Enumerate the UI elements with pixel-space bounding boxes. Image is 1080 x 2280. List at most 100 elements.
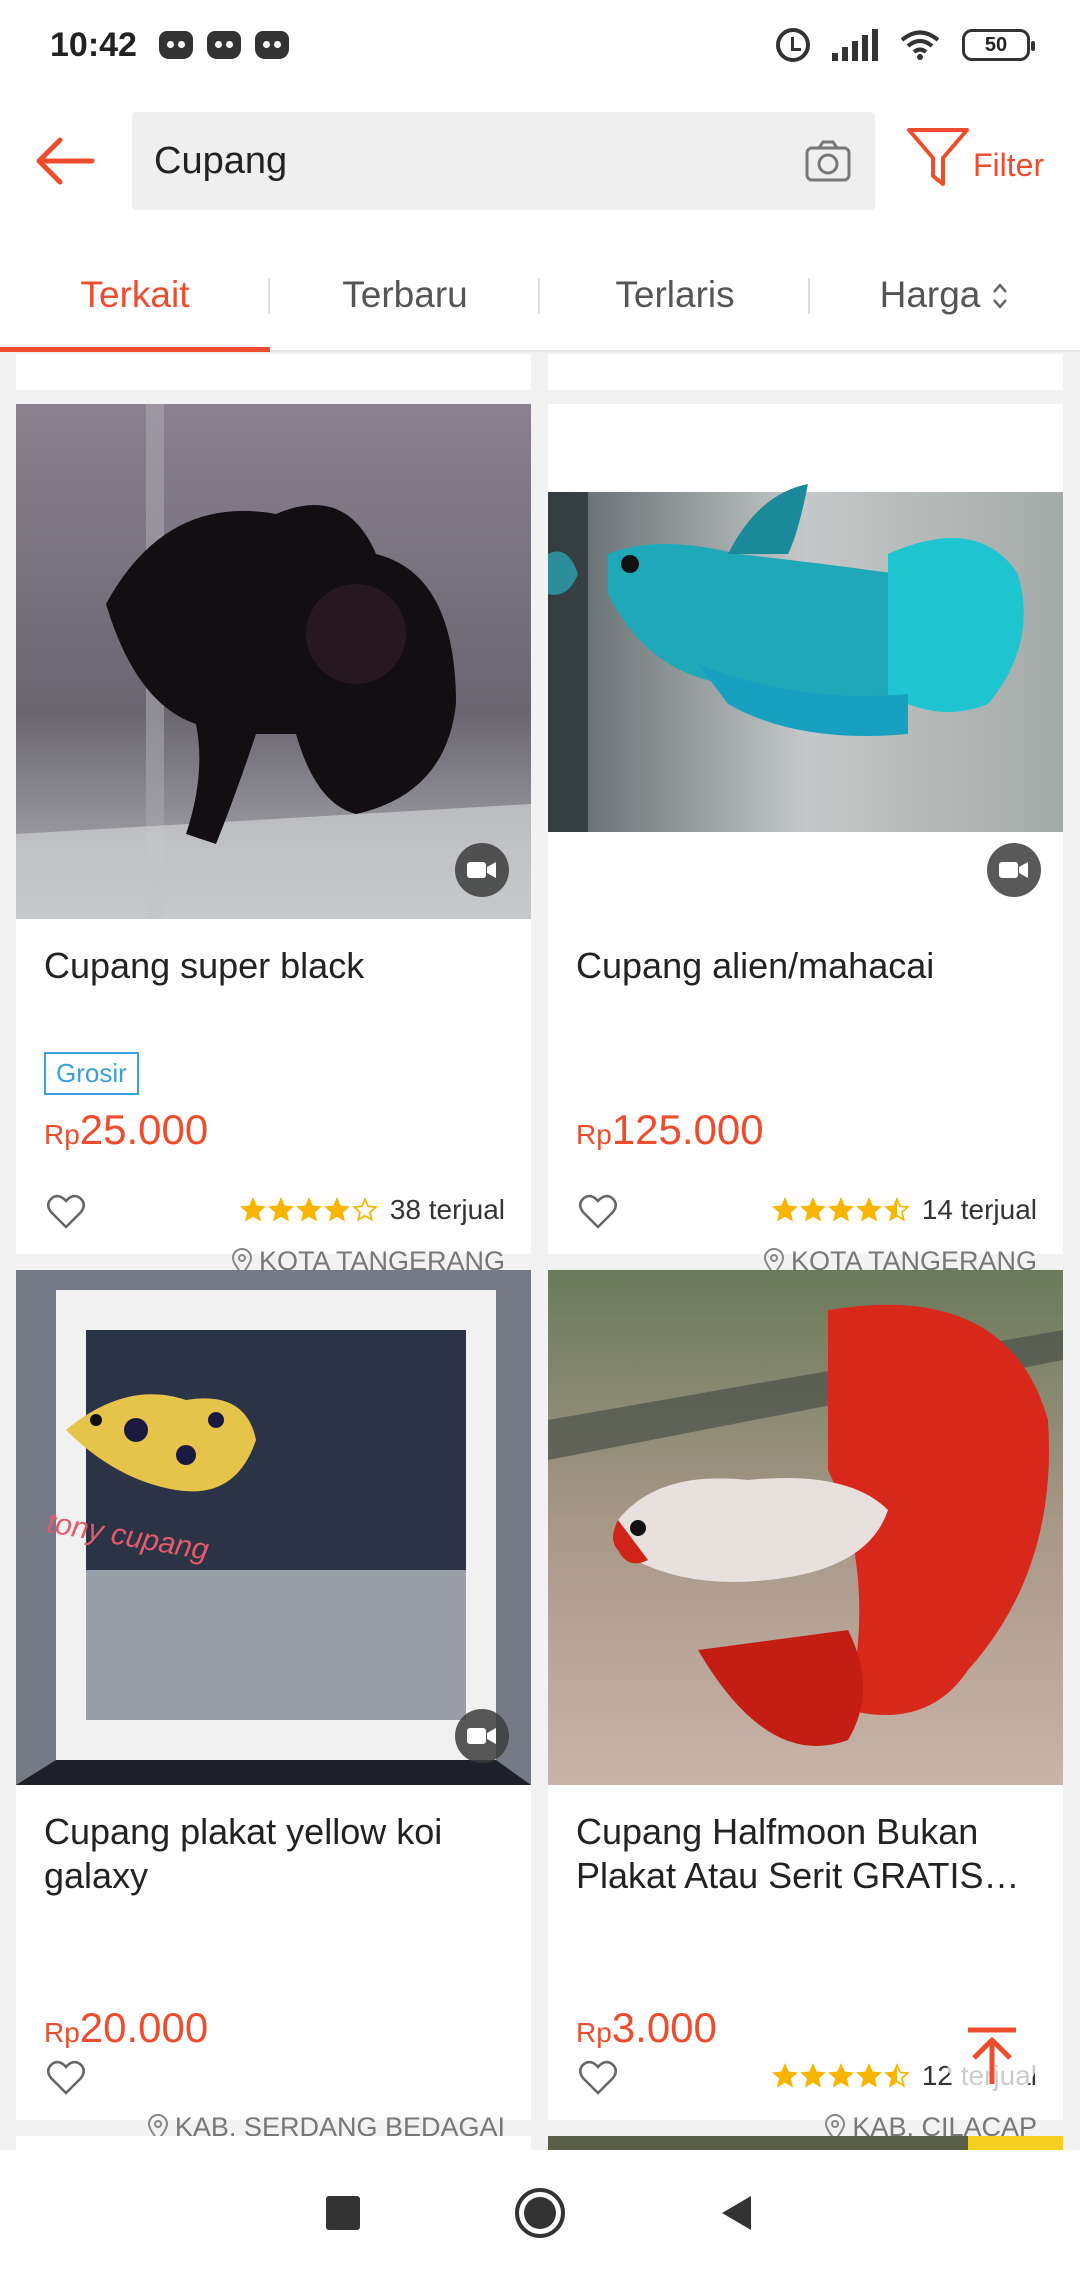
system-nav-bar <box>0 2150 1080 2280</box>
tab-terlaris[interactable]: Terlaris <box>540 240 810 350</box>
filter-button[interactable]: Filter <box>905 124 1044 190</box>
price-currency: Rp <box>576 2017 612 2048</box>
back-nav-button[interactable] <box>717 2193 757 2238</box>
product-card[interactable]: tony cupang Cupang plakat yellow koi gal… <box>16 1270 531 2142</box>
tab-label: Harga <box>879 274 981 315</box>
discord-icon <box>158 31 193 59</box>
back-button[interactable] <box>30 126 100 196</box>
home-button[interactable] <box>513 2186 567 2245</box>
product-title: Cupang plakat yellow koi galaxy <box>44 1811 443 1896</box>
star-icon <box>827 1197 854 1222</box>
star-rating <box>771 2063 910 2089</box>
sort-tabs: Terkait Terbaru Terlaris Harga <box>0 240 1080 352</box>
camera-icon[interactable] <box>803 136 853 186</box>
star-icon <box>827 2063 854 2088</box>
grosir-badge: Grosir <box>44 1052 139 1095</box>
app-root: 10:42 50 Cupang Filter Terkait Terbaru T… <box>0 0 1080 2280</box>
star-icon <box>295 1197 322 1222</box>
triangle-back-icon <box>722 2195 751 2230</box>
signal-icon <box>832 29 878 61</box>
square-icon <box>326 2195 360 2230</box>
arrow-up-icon <box>968 2027 1016 2084</box>
star-icon <box>239 1197 266 1222</box>
product-title: Cupang Halfmoon Bukan Plakat Atau Serit … <box>576 1811 1020 1896</box>
video-indicator <box>455 1709 509 1763</box>
tab-terbaru[interactable]: Terbaru <box>270 240 540 350</box>
video-indicator <box>455 843 509 897</box>
notification-icons <box>158 31 289 59</box>
star-icon <box>799 2063 826 2088</box>
product-price: Rp 125.000 <box>576 1106 764 1154</box>
star-icon <box>883 1197 910 1222</box>
alarm-icon <box>776 28 810 62</box>
sold-count: 38 terjual <box>389 1194 505 1225</box>
search-query: Cupang <box>154 139 288 182</box>
tab-harga[interactable]: Harga <box>810 240 1080 350</box>
heart-icon[interactable] <box>578 2060 618 2096</box>
status-bar: 10:42 50 <box>0 0 1080 90</box>
star-icon <box>883 2063 910 2088</box>
product-image[interactable] <box>548 404 1063 919</box>
discord-icon <box>254 31 289 59</box>
tab-label: Terbaru <box>342 274 468 315</box>
video-indicator <box>987 843 1041 897</box>
battery-indicator: 50 <box>962 29 1035 61</box>
star-icon <box>855 2063 882 2088</box>
scroll-to-top-button[interactable] <box>946 2010 1038 2102</box>
search-header: Cupang Filter <box>0 90 1080 240</box>
product-image[interactable] <box>16 404 531 919</box>
price-value: 25.000 <box>79 1106 209 1153</box>
wifi-icon <box>900 29 940 61</box>
product-card[interactable]: Cupang alien/mahacai Rp 125.000 14 terju… <box>548 404 1063 1276</box>
recents-button[interactable] <box>323 2193 363 2238</box>
product-title: Cupang alien/mahacai <box>576 945 935 986</box>
halfmoon-betta-photo <box>548 1270 1063 1785</box>
price-value: 20.000 <box>79 2004 209 2051</box>
black-betta-photo <box>16 404 531 919</box>
video-camera-icon <box>467 862 496 878</box>
rating-row: 14 terjual <box>771 1194 1037 1226</box>
arrow-left-icon <box>36 137 95 185</box>
price-value: 125.000 <box>611 1106 764 1153</box>
search-input[interactable]: Cupang <box>132 112 875 210</box>
price-currency: Rp <box>44 2017 80 2048</box>
video-camera-icon <box>999 862 1028 878</box>
video-camera-icon <box>467 1728 496 1744</box>
price-currency: Rp <box>44 1119 80 1150</box>
previous-card-stub <box>548 354 1063 390</box>
tab-terkait[interactable]: Terkait <box>0 240 270 352</box>
star-icon <box>267 1197 294 1222</box>
filter-label: Filter <box>973 147 1045 183</box>
heart-icon[interactable] <box>578 1194 618 1230</box>
status-time: 10:42 <box>50 25 137 64</box>
star-rating <box>771 1197 910 1223</box>
sold-count: 14 terjual <box>921 1194 1037 1225</box>
star-icon <box>855 1197 882 1222</box>
product-card[interactable]: Cupang super black Grosir Rp 25.000 38 t… <box>16 404 531 1276</box>
product-price: Rp 3.000 <box>576 2004 717 2052</box>
star-rating <box>239 1197 378 1223</box>
discord-icon <box>206 31 241 59</box>
product-image[interactable] <box>548 1270 1063 1785</box>
heart-icon[interactable] <box>46 2060 86 2096</box>
status-indicators: 50 <box>776 28 1035 62</box>
product-price: Rp 20.000 <box>44 2004 208 2052</box>
tab-label: Terkait <box>80 274 190 315</box>
tab-label: Terlaris <box>615 274 735 315</box>
star-icon <box>351 1197 378 1222</box>
circle-icon <box>515 2187 565 2238</box>
alien-betta-photo <box>548 404 1063 919</box>
heart-icon[interactable] <box>46 1194 86 1230</box>
star-icon <box>799 1197 826 1222</box>
product-image[interactable]: tony cupang <box>16 1270 531 1785</box>
filter-icon <box>907 128 969 186</box>
star-icon <box>771 2063 798 2088</box>
rating-row: 38 terjual <box>239 1194 505 1226</box>
price-value: 3.000 <box>611 2004 717 2051</box>
sort-updown-icon <box>990 279 1010 311</box>
price-currency: Rp <box>576 1119 612 1150</box>
previous-card-stub <box>16 354 531 390</box>
star-icon <box>323 1197 350 1222</box>
product-card[interactable]: Cupang Halfmoon Bukan Plakat Atau Serit … <box>548 1270 1063 2142</box>
star-icon <box>771 1197 798 1222</box>
